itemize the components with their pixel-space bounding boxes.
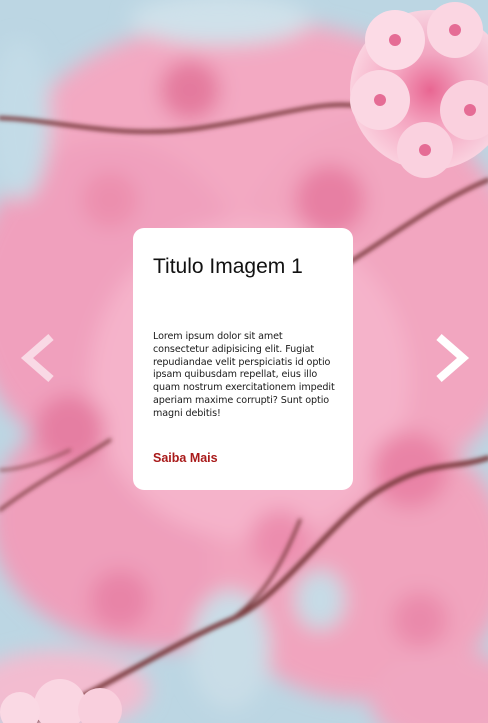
slide-description: Lorem ipsum dolor sit amet consectetur a…: [153, 331, 335, 419]
prev-slide-button[interactable]: [12, 332, 62, 384]
chevron-right-icon: [433, 333, 473, 383]
learn-more-link[interactable]: Saiba Mais: [153, 451, 218, 465]
chevron-left-icon: [17, 333, 57, 383]
image-slider: Titulo Imagem 1 Lorem ipsum dolor sit am…: [0, 0, 488, 723]
next-slide-button[interactable]: [428, 332, 478, 384]
slide-card: Titulo Imagem 1 Lorem ipsum dolor sit am…: [133, 228, 353, 490]
slide-title: Titulo Imagem 1: [153, 255, 303, 278]
